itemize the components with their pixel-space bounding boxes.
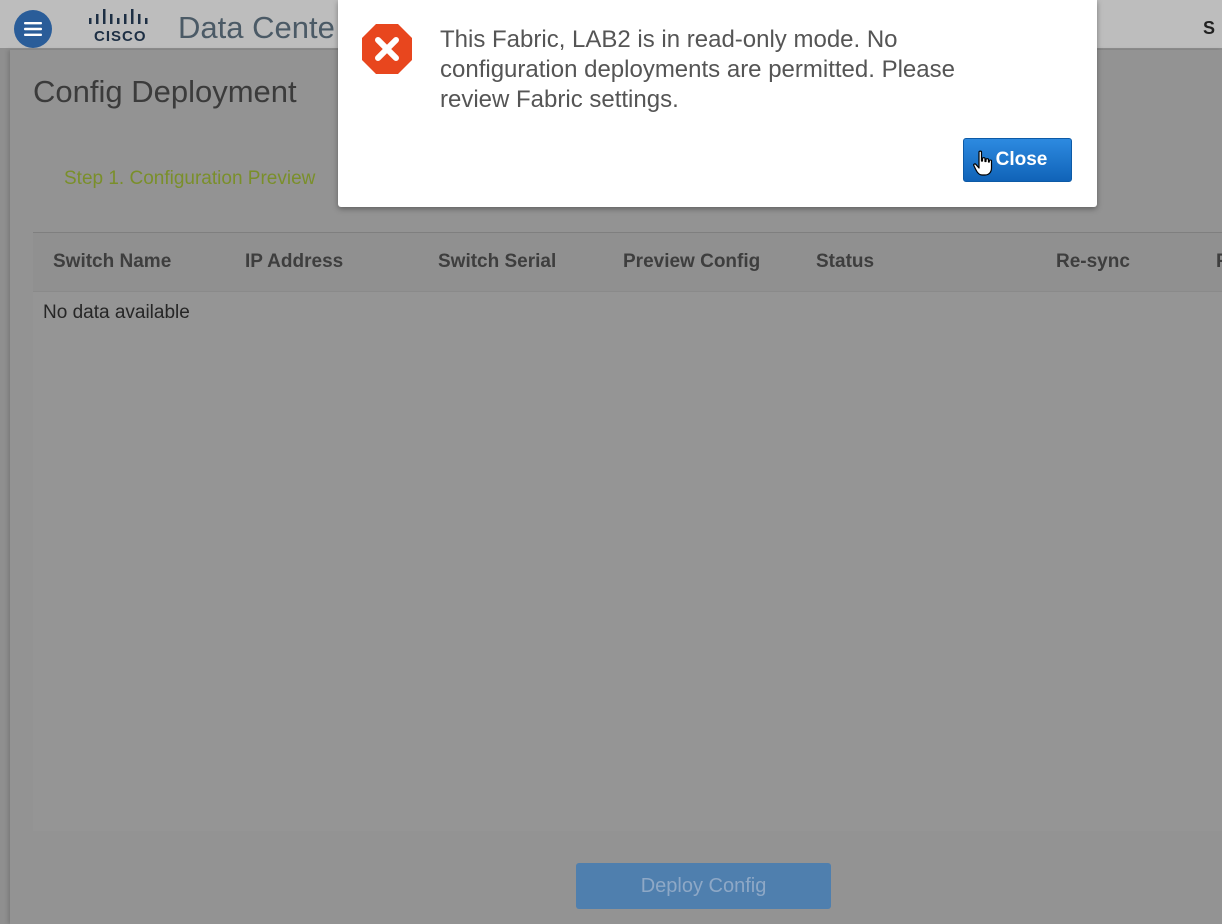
- column-header-re-sync[interactable]: Re-sync: [1056, 251, 1130, 273]
- cisco-wordmark: CISCO: [94, 28, 147, 45]
- column-header-ip-address[interactable]: IP Address: [245, 251, 343, 273]
- empty-table-message: No data available: [43, 302, 190, 323]
- column-header-truncated[interactable]: F: [1216, 251, 1222, 273]
- table-header: Switch Name IP Address Switch Serial Pre…: [33, 233, 1222, 292]
- app-title: Data Cente: [178, 10, 335, 45]
- main-menu-button[interactable]: [14, 10, 52, 48]
- cisco-bars-icon: [89, 9, 148, 24]
- header-user-menu[interactable]: S: [1203, 18, 1215, 39]
- page-title: Config Deployment: [33, 74, 297, 109]
- hamburger-icon: [24, 22, 42, 36]
- deploy-config-button[interactable]: Deploy Config: [576, 863, 831, 909]
- column-header-status[interactable]: Status: [816, 251, 874, 273]
- step-1-label[interactable]: Step 1. Configuration Preview: [64, 168, 315, 190]
- error-x-icon: [362, 24, 412, 74]
- column-header-switch-name[interactable]: Switch Name: [53, 251, 171, 273]
- switch-preview-table: Switch Name IP Address Switch Serial Pre…: [33, 233, 1222, 831]
- column-header-switch-serial[interactable]: Switch Serial: [438, 251, 556, 273]
- cisco-logo: CISCO: [86, 8, 160, 48]
- column-header-preview-config[interactable]: Preview Config: [623, 251, 760, 273]
- hand-pointer-icon: [973, 150, 993, 176]
- dialog-message: This Fabric, LAB2 is in read-only mode. …: [440, 26, 955, 113]
